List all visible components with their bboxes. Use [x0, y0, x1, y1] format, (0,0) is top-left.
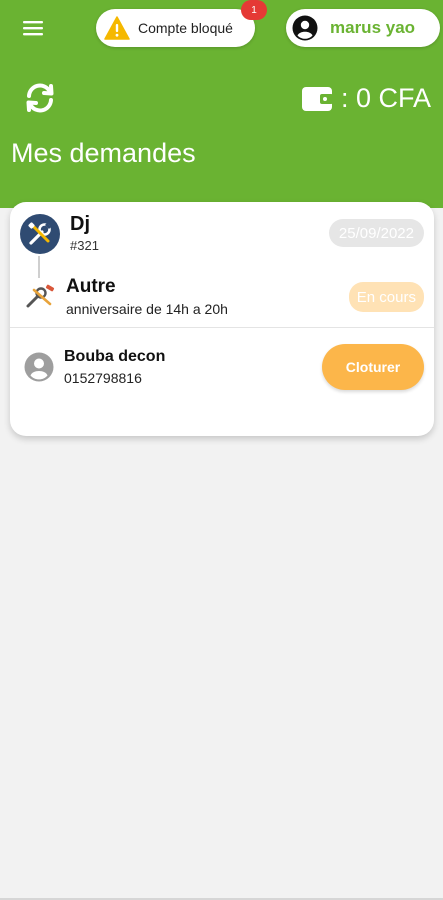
notification-badge: 1	[241, 0, 267, 20]
account-blocked-label: Compte bloqué	[138, 20, 233, 36]
divider	[10, 327, 434, 328]
category-name: Autre	[66, 276, 116, 297]
user-profile-button[interactable]: marus yao	[286, 9, 440, 47]
person-icon	[24, 352, 54, 382]
request-card[interactable]: Dj #321 25/09/2022 Autre anniversaire de…	[10, 202, 434, 436]
provider-name: Bouba decon	[64, 348, 166, 365]
provider-phone: 0152798816	[64, 370, 142, 386]
page-title: Mes demandes	[11, 138, 196, 168]
service-name: Dj	[70, 213, 90, 235]
balance-amount: : 0 CFA	[340, 82, 431, 113]
user-name: marus yao	[330, 18, 416, 37]
menu-button[interactable]	[18, 14, 48, 42]
wrench-icon	[26, 284, 55, 308]
warning-icon	[104, 16, 130, 40]
wallet-balance[interactable]: : 0 CFA	[301, 80, 431, 116]
request-description: anniversaire de 14h a 20h	[66, 301, 228, 317]
user-icon	[292, 15, 318, 41]
date-badge: 25/09/2022	[328, 219, 424, 247]
wallet-icon	[301, 87, 333, 111]
tools-icon	[28, 222, 52, 245]
timeline-connector	[38, 256, 40, 278]
refresh-icon[interactable]	[22, 80, 58, 116]
top-header: Compte bloqué 1 marus yao : 0 CFA Mes de…	[0, 0, 443, 208]
status-badge: En cours	[348, 282, 424, 312]
account-blocked-button[interactable]: Compte bloqué	[96, 9, 255, 47]
service-avatar	[20, 214, 60, 254]
menu-icon	[23, 21, 43, 36]
close-request-button[interactable]: Cloturer	[322, 344, 424, 390]
request-id: #321	[70, 238, 99, 253]
